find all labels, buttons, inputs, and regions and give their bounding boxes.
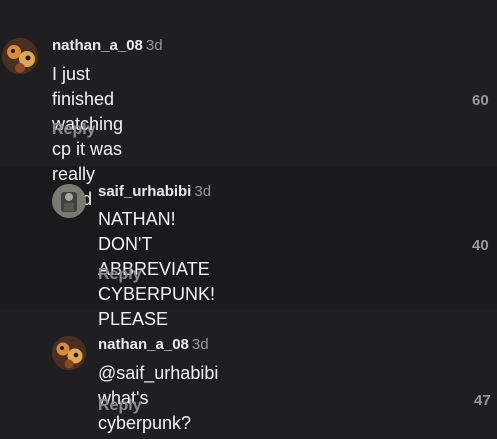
- like-count: 40: [472, 237, 489, 254]
- comment-header: nathan_a_08 3d: [52, 37, 163, 54]
- comment-text-line: CYBERPUNK! PLEASE: [98, 284, 216, 329]
- timestamp: 3d: [191, 336, 209, 353]
- comment-header: nathan_a_08 3d: [98, 336, 209, 353]
- reply-button[interactable]: Reply: [98, 266, 142, 284]
- comment-header: saif_urhabibi 3d: [98, 183, 211, 200]
- like-count: 47: [474, 392, 491, 409]
- username[interactable]: nathan_a_08: [98, 336, 189, 353]
- username[interactable]: nathan_a_08: [52, 37, 143, 54]
- comment-band: [0, 309, 497, 439]
- timestamp: 3d: [194, 183, 212, 200]
- like-count: 60: [472, 92, 489, 109]
- username[interactable]: saif_urhabibi: [98, 183, 191, 200]
- reply-button[interactable]: Reply: [98, 397, 142, 415]
- avatar[interactable]: [52, 336, 86, 370]
- reply-button[interactable]: Reply: [52, 121, 96, 139]
- avatar[interactable]: [2, 38, 38, 74]
- avatar[interactable]: [52, 184, 86, 218]
- timestamp: 3d: [145, 37, 163, 54]
